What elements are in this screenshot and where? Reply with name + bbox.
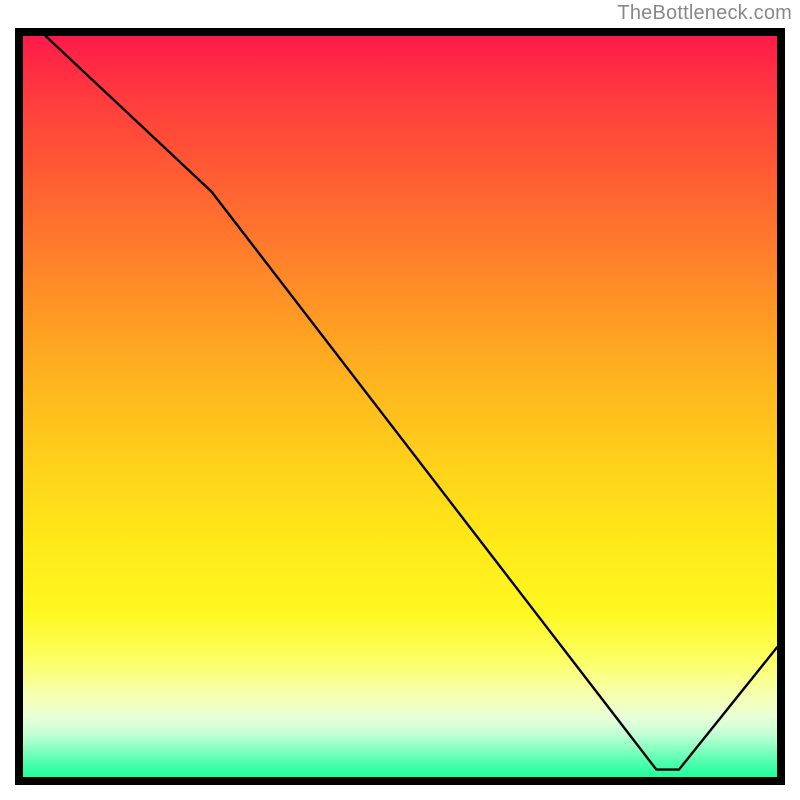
attribution-text: TheBottleneck.com (617, 2, 792, 25)
chart-series-curve (46, 36, 777, 770)
chart-container (15, 28, 785, 785)
chart-line-layer (23, 36, 777, 777)
